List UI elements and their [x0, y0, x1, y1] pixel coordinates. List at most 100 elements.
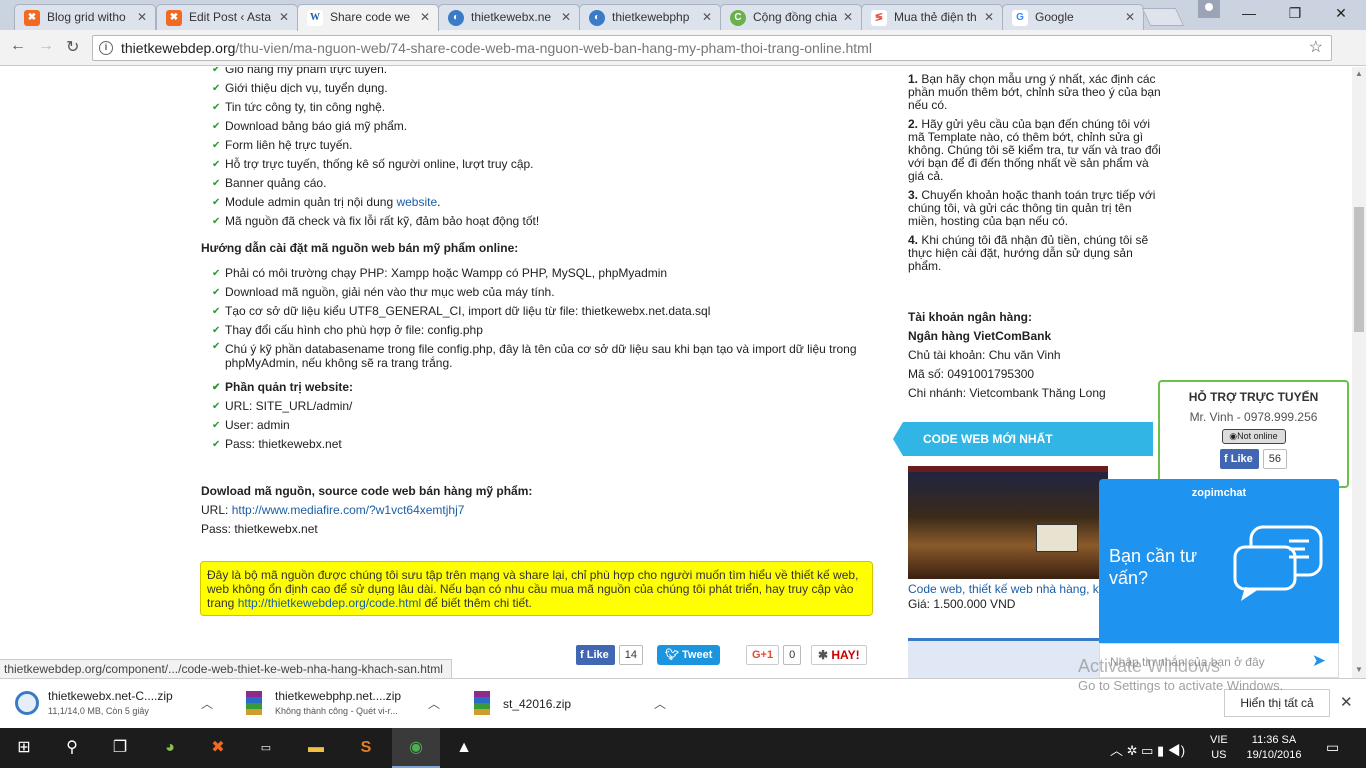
reload-icon[interactable]: ↻ — [66, 37, 79, 57]
support-title: HỖ TRỢ TRỰC TUYẾN — [1188, 390, 1319, 404]
activate-windows-sub: Go to Settings to activate Windows. — [1078, 678, 1284, 693]
new-code-heading: CODE WEB MỚI NHẤT — [893, 422, 1153, 456]
zopim-logo: zopimchat — [1191, 487, 1247, 499]
shop-icon: ≶ — [871, 10, 887, 26]
profile-icon[interactable] — [1198, 0, 1220, 18]
sublime-icon[interactable]: S — [342, 728, 390, 768]
close-tab-icon[interactable]: ✕ — [1125, 10, 1135, 24]
download-item[interactable]: st_42016.zip ︿ — [470, 687, 675, 721]
step-item: 4. Khi chúng tôi đã nhận đủ tiền, chúng … — [908, 233, 1149, 273]
chevron-up-icon[interactable]: ︿ — [201, 695, 213, 712]
show-all-downloads-button[interactable]: Hiển thị tất cả — [1224, 689, 1330, 717]
forward-icon[interactable]: → — [38, 37, 54, 55]
tab-8[interactable]: G Google ✕ — [1002, 4, 1144, 30]
list-item: Phải có môi trường chạy PHP: Xampp hoặc … — [212, 264, 857, 283]
tab-2[interactable]: ✖ Edit Post ‹ Asta ✕ — [156, 4, 298, 30]
close-tab-icon[interactable]: ✕ — [843, 10, 853, 24]
close-tab-icon[interactable]: ✕ — [702, 10, 712, 24]
bank-info: Tài khoản ngân hàng: Ngân hàng VietComBa… — [908, 310, 1106, 400]
clock[interactable]: 11:36 SA 19/10/2016 — [1244, 733, 1304, 763]
tab-6[interactable]: C Cộng đồng chia ✕ — [720, 4, 862, 30]
photos-icon[interactable]: ▲ — [440, 728, 488, 768]
input-language[interactable]: VIE US — [1210, 733, 1228, 763]
minimize-button[interactable]: — — [1226, 0, 1272, 26]
windows-taskbar: ⊞ ⚲ ❐ ◕ ✖ ▭ ▬ S ◉ ▲ ︿ ✲ ▭ ▮ ◀) VIE US 11:… — [0, 728, 1366, 768]
terminal-icon[interactable]: ▭ — [242, 728, 290, 768]
support-like[interactable]: f Like 56 — [1160, 449, 1347, 469]
list-item: Tạo cơ sở dữ liệu kiểu UTF8_GENERAL_CI, … — [212, 302, 857, 321]
task-view-icon[interactable]: ❐ — [96, 728, 144, 768]
gplus-widget[interactable]: G+1 0 — [746, 645, 802, 665]
facebook-like[interactable]: f Like 14 — [576, 645, 643, 665]
windows-start-icon[interactable]: ⊞ — [0, 728, 48, 768]
tray-icons[interactable]: ︿ ✲ ▭ ▮ ◀) — [1110, 740, 1185, 759]
list-item: Hỗ trợ trực tuyến, thống kê số người onl… — [212, 155, 539, 174]
download-item[interactable]: thietkewebx.net-C....zip 11,1/14,0 MB, C… — [15, 687, 220, 721]
maximize-button[interactable]: ❐ — [1272, 0, 1318, 26]
archive-icon — [474, 691, 490, 715]
new-tab-button[interactable] — [1141, 8, 1185, 26]
feature-list: Giỏ hàng mỹ phẩm trực tuyến. Giới thiệu … — [212, 67, 539, 231]
tweet-widget[interactable]: 🐦︎ Tweet — [657, 645, 721, 665]
tweet-button[interactable]: 🐦︎ Tweet — [657, 645, 721, 665]
site-icon: ◐ — [589, 10, 605, 26]
download-item[interactable]: thietkewebphp.net....zip Không thành côn… — [242, 687, 447, 721]
folder-icon[interactable]: ▬ — [292, 728, 340, 768]
support-contact: Mr. Vinh - 0978.999.256 — [1189, 410, 1318, 424]
notification-icon[interactable]: ▭ — [1326, 739, 1339, 756]
close-tab-icon[interactable]: ✕ — [420, 10, 430, 24]
website-link[interactable]: website — [396, 195, 437, 209]
gplus-button[interactable]: G+1 — [746, 645, 780, 665]
close-window-button[interactable]: ✕ — [1318, 0, 1364, 26]
page-scrollbar[interactable]: ▲ ▼ — [1352, 67, 1366, 678]
xampp-icon[interactable]: ✖ — [194, 728, 242, 768]
tab-7[interactable]: ≶ Mua thẻ điện th ✕ — [861, 4, 1003, 30]
bookmark-star-icon[interactable]: ☆ — [1309, 36, 1323, 60]
address-bar[interactable]: i thietkewebdep.org/thu-vien/ma-nguon-we… — [92, 35, 1332, 61]
close-tab-icon[interactable]: ✕ — [561, 10, 571, 24]
close-tab-icon[interactable]: ✕ — [984, 10, 994, 24]
download-progress-icon — [15, 691, 39, 715]
search-icon[interactable]: ⚲ — [48, 728, 96, 768]
scroll-down-icon[interactable]: ▼ — [1355, 665, 1363, 674]
hay-widget[interactable]: ✱ HAY! — [811, 645, 867, 665]
link-status-bar: thietkewebdep.org/component/.../code-web… — [0, 659, 452, 678]
chevron-up-icon[interactable]: ︿ — [428, 695, 440, 712]
download-link[interactable]: http://www.mediafire.com/?w1vct64xemtjhj… — [232, 503, 465, 517]
gplus-count: 0 — [783, 645, 802, 665]
chevron-up-icon[interactable]: ︿ — [654, 695, 666, 712]
list-item: User: admin — [212, 416, 857, 435]
tab-4[interactable]: ◐ thietkewebx.ne ✕ — [438, 4, 580, 30]
product-thumbnail[interactable] — [908, 466, 1108, 579]
xampp-icon: ✖ — [166, 10, 182, 26]
facebook-like-button[interactable]: f Like — [1220, 449, 1259, 469]
list-item: Form liên hệ trực tuyến. — [212, 136, 539, 155]
facebook-icon: f — [1224, 453, 1231, 465]
close-download-bar-icon[interactable]: ✕ — [1340, 693, 1353, 711]
page-content: Giỏ hàng mỹ phẩm trực tuyến. Giới thiệu … — [0, 67, 1352, 678]
close-tab-icon[interactable]: ✕ — [279, 10, 289, 24]
skype-status[interactable]: ◉Not online — [1221, 429, 1286, 444]
info-icon[interactable]: i — [99, 41, 113, 55]
hay-button[interactable]: ✱ HAY! — [811, 645, 867, 665]
code-page-link[interactable]: http://thietkewebdep.org/code.html — [238, 596, 421, 610]
chrome-icon[interactable]: ◉ — [392, 728, 440, 768]
facebook-like-button[interactable]: f Like — [576, 645, 615, 665]
back-icon[interactable]: ← — [10, 37, 26, 55]
facebook-icon: f — [580, 649, 587, 661]
step-item: 1. Bạn hãy chọn mẫu ưng ý nhất, xác định… — [908, 72, 1161, 112]
like-count: 14 — [618, 645, 643, 665]
close-tab-icon[interactable]: ✕ — [137, 10, 147, 24]
site-icon: ◐ — [448, 10, 464, 26]
coccoc-icon[interactable]: ◕ — [146, 728, 194, 768]
tab-1[interactable]: ✖ Blog grid witho ✕ — [14, 4, 156, 30]
tab-3[interactable]: W Share code we ✕ — [297, 4, 439, 31]
scroll-thumb[interactable] — [1354, 207, 1364, 332]
tab-5[interactable]: ◐ thietkewebphp ✕ — [579, 4, 721, 30]
download-pass: Pass: thietkewebx.net — [201, 522, 318, 536]
install-list: Phải có môi trường chạy PHP: Xampp hoặc … — [212, 264, 857, 454]
like-count: 56 — [1262, 449, 1287, 469]
scroll-up-icon[interactable]: ▲ — [1355, 69, 1363, 78]
twitter-icon: 🐦︎ — [665, 649, 683, 661]
send-icon[interactable]: ➤ — [1312, 651, 1326, 671]
